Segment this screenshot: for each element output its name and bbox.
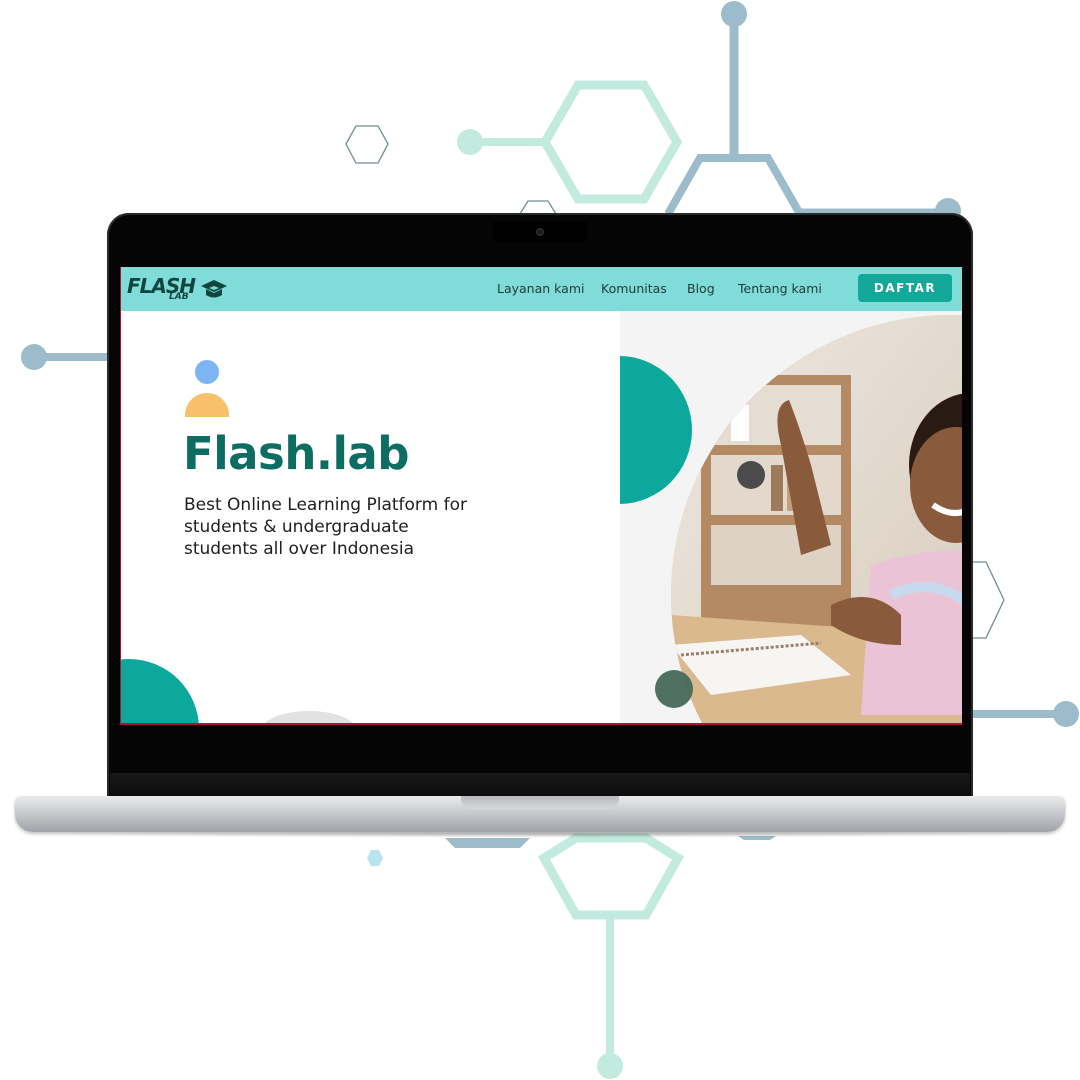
hero-left: Flash.lab Best Online Learning Platform … (121, 311, 620, 723)
user-icon (195, 360, 219, 384)
hero-tagline-line-2: students & undergraduate (184, 517, 409, 537)
decor-grey-arc (261, 711, 357, 723)
decor-teal-circle (121, 659, 199, 723)
daftar-button[interactable]: DAFTAR (858, 274, 952, 302)
laptop-hinge (110, 773, 970, 798)
nav-link-komunitas[interactable]: Komunitas (601, 281, 667, 296)
hero-tagline-line-1: Best Online Learning Platform for (184, 495, 467, 515)
graduation-cap-icon (201, 280, 227, 298)
navbar: FLASH LAB Layanan kami Komunitas Blog Te… (121, 267, 962, 311)
hero-tagline-line-3: students all over Indonesia (184, 539, 415, 559)
nav-link-tentang[interactable]: Tentang kami (738, 281, 822, 296)
logo-subtext: LAB (169, 292, 189, 302)
nav-link-blog[interactable]: Blog (687, 281, 715, 296)
hero-right (620, 311, 962, 723)
student-photo-illustration (671, 315, 962, 723)
hero-photo (671, 315, 962, 723)
flashlab-logo[interactable]: FLASH LAB (127, 273, 231, 305)
decor-dark-dot (655, 670, 693, 708)
hero-title: Flash.lab (183, 427, 409, 480)
laptop-base-notch (461, 796, 619, 809)
website-screen: FLASH LAB Layanan kami Komunitas Blog Te… (120, 267, 962, 725)
camera-icon (537, 229, 543, 235)
nav-link-layanan[interactable]: Layanan kami (497, 281, 585, 296)
user-icon-body (185, 393, 229, 417)
